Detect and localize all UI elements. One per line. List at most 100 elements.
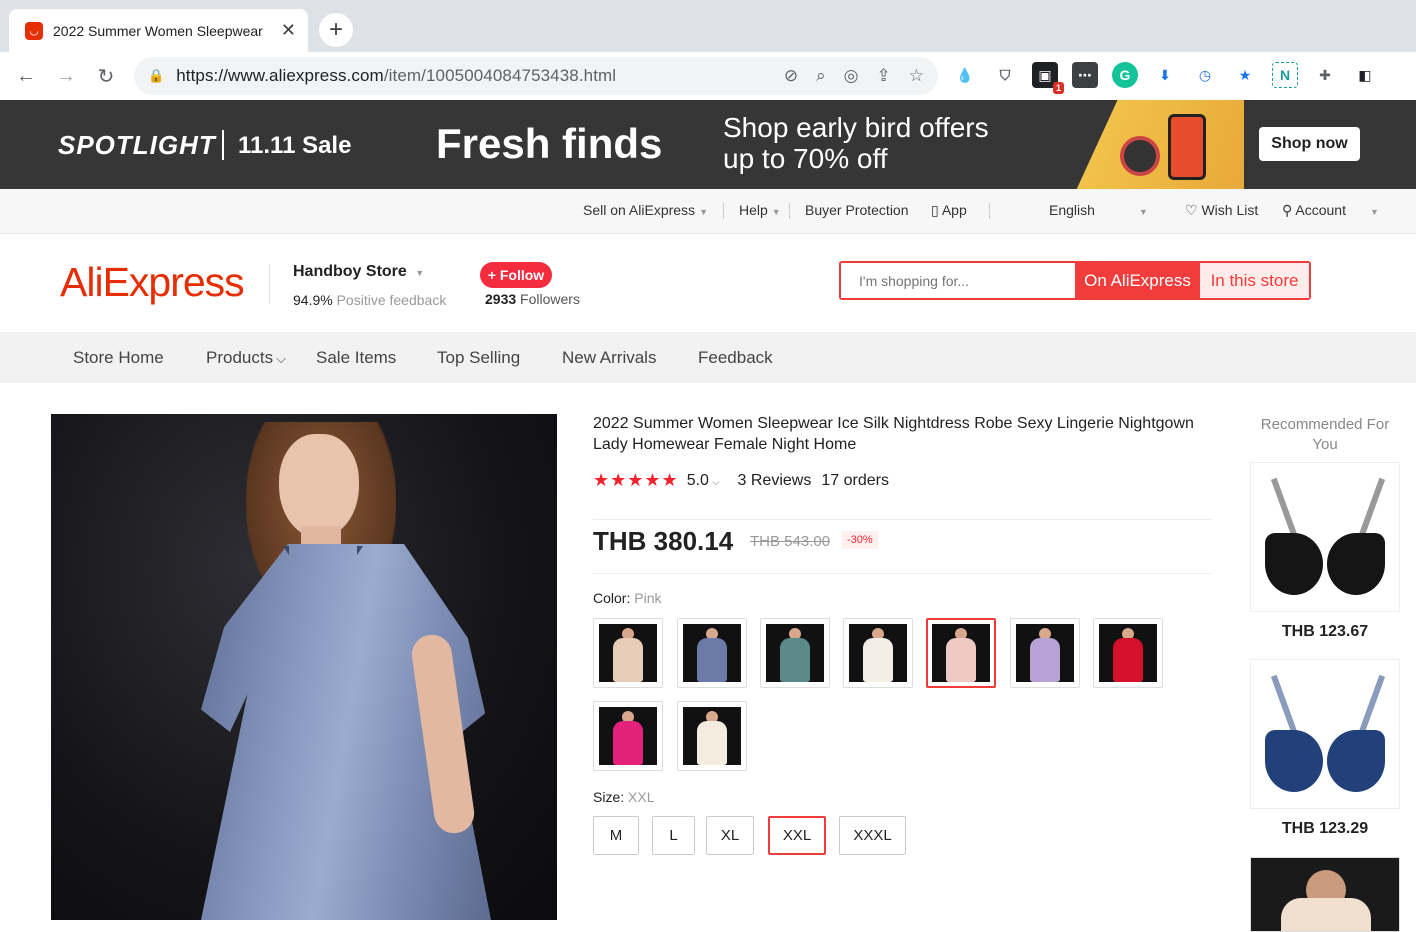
share-icon[interactable]: ⇪ <box>877 66 891 86</box>
user-icon: ⚲ <box>1282 202 1296 218</box>
nav-top-selling[interactable]: Top Selling <box>437 348 520 368</box>
wishlist-link[interactable]: ♡ Wish List <box>1185 202 1258 219</box>
promo-banner[interactable]: SPOTLIGHT 11.11 Sale Fresh finds Shop ea… <box>0 100 1416 189</box>
grammarly-icon[interactable]: G <box>1112 62 1138 88</box>
color-swatch[interactable] <box>760 618 830 688</box>
size-option[interactable]: M <box>593 816 639 855</box>
heart-icon: ♡ <box>1185 202 1202 218</box>
download-icon[interactable]: ⬇ <box>1152 62 1178 88</box>
aliexpress-logo[interactable]: AliExpress <box>60 259 245 306</box>
chevron-down-icon: ▼ <box>1369 207 1379 217</box>
history-icon[interactable]: ◷ <box>1192 62 1218 88</box>
recommended-item-price[interactable]: THB 123.67 <box>1250 623 1400 641</box>
color-swatch[interactable] <box>593 618 663 688</box>
size-option[interactable]: XXXL <box>839 816 906 855</box>
shop-now-button[interactable]: Shop now <box>1259 127 1360 161</box>
address-bar[interactable]: 🔒 https://www.aliexpress.com/item/100500… <box>134 57 938 95</box>
followers-count: 2933 Followers <box>485 291 580 307</box>
nav-store-home[interactable]: Store Home <box>73 348 164 368</box>
chevron-down-icon: ▼ <box>771 207 781 217</box>
extension-icons: 💧 ⛉ ▣ 1 ⋯ G ⬇ ◷ ★ N ✚ ◧ <box>952 62 1378 94</box>
search-store-button[interactable]: In this store <box>1200 263 1309 298</box>
puzzle-extensions-icon[interactable]: ✚ <box>1312 62 1338 88</box>
divider <box>723 203 724 219</box>
forward-icon[interactable]: → <box>46 56 86 96</box>
swatch-dress <box>946 638 976 682</box>
buyer-protection-link[interactable]: Buyer Protection <box>805 202 909 218</box>
language-selector[interactable]: English ▼ <box>1049 202 1148 218</box>
search-aliexpress-button[interactable]: On AliExpress <box>1075 263 1200 298</box>
reviews-link[interactable]: 3 Reviews <box>738 472 812 490</box>
eye-off-icon[interactable]: ◎ <box>844 66 859 86</box>
app-link[interactable]: ▯ App <box>931 202 967 219</box>
extension-badge-icon[interactable]: ▣ 1 <box>1032 62 1064 94</box>
dots-extension-icon[interactable]: ⋯ <box>1072 62 1098 88</box>
chevron-down-icon: ⌵ <box>276 351 286 366</box>
ublock-shield-icon[interactable]: ⛉ <box>992 62 1018 88</box>
color-swatch[interactable] <box>1093 618 1163 688</box>
browser-toolbar: ← → ↻ 🔒 https://www.aliexpress.com/item/… <box>0 52 1416 100</box>
recommended-item-image[interactable] <box>1250 462 1400 612</box>
size-option[interactable]: XL <box>706 816 754 855</box>
color-swatch[interactable] <box>593 701 663 771</box>
bra-cup <box>1327 730 1385 792</box>
tab-close-icon[interactable]: ✕ <box>281 20 296 41</box>
search-box: On AliExpress In this store <box>839 261 1311 300</box>
banner-offer-line1: Shop early bird offers <box>723 112 989 143</box>
color-swatch[interactable] <box>677 701 747 771</box>
browser-tab[interactable]: ◡ 2022 Summer Women Sleepwear ✕ <box>9 9 308 52</box>
aliexpress-favicon-icon: ◡ <box>25 21 43 40</box>
chevron-down-icon: ▼ <box>1138 207 1148 217</box>
back-icon[interactable]: ← <box>6 56 46 96</box>
product-main-image[interactable] <box>51 414 557 920</box>
size-option[interactable]: L <box>652 816 695 855</box>
language-label: English <box>1049 202 1095 218</box>
recommended-item-image[interactable] <box>1250 857 1400 932</box>
zoom-icon[interactable]: ⌕ <box>816 66 826 86</box>
color-swatch[interactable] <box>1010 618 1080 688</box>
app-link-label: App <box>941 202 967 218</box>
drop-extension-icon[interactable]: 💧 <box>952 62 978 88</box>
sidebar-panel-icon[interactable]: ◧ <box>1352 62 1378 88</box>
browser-tab-bar: ◡ 2022 Summer Women Sleepwear ✕ + <box>0 0 1416 52</box>
n-extension-icon[interactable]: N <box>1272 62 1298 88</box>
banner-offer: Shop early bird offers up to 70% off <box>723 112 989 174</box>
swatch-dress <box>613 638 643 682</box>
nav-feedback[interactable]: Feedback <box>698 348 773 368</box>
new-tab-button[interactable]: + <box>319 13 353 47</box>
sell-link[interactable]: Sell on AliExpress ▼ <box>583 202 708 218</box>
recommended-item-price[interactable]: THB 123.29 <box>1250 820 1400 838</box>
recommended-item-image[interactable] <box>1250 659 1400 809</box>
bra-cup <box>1265 730 1323 792</box>
url-text[interactable]: https://www.aliexpress.com/item/10050040… <box>176 66 784 86</box>
chevron-down-icon: ▼ <box>699 207 708 217</box>
store-feedback: 94.9% Positive feedback <box>293 292 446 308</box>
divider <box>989 203 990 219</box>
account-link[interactable]: ⚲ Account ▼ <box>1282 202 1379 219</box>
color-swatch[interactable] <box>677 618 747 688</box>
swatch-dress <box>697 638 727 682</box>
nav-new-arrivals[interactable]: New Arrivals <box>562 348 656 368</box>
reload-icon[interactable]: ↻ <box>86 56 126 96</box>
recommended-title: Recommended For You <box>1260 416 1390 453</box>
color-swatch-image <box>932 624 990 682</box>
help-link[interactable]: Help ▼ <box>739 202 781 218</box>
nav-products[interactable]: Products ⌵ <box>206 348 286 368</box>
store-name[interactable]: Handboy Store ▼ <box>293 263 424 281</box>
star-extension-icon[interactable]: ★ <box>1232 62 1258 88</box>
swatch-dress <box>780 638 810 682</box>
divider <box>789 203 790 219</box>
bookmark-star-icon[interactable]: ☆ <box>909 66 924 86</box>
store-header: AliExpress Handboy Store ▼ 94.9% Positiv… <box>0 234 1416 332</box>
size-option[interactable]: XXL <box>768 816 826 855</box>
color-swatch-image <box>766 624 824 682</box>
search-input[interactable] <box>841 263 1075 298</box>
camera-blocked-icon[interactable]: ⊘ <box>784 66 798 86</box>
rating-number: 5.0 <box>686 471 709 489</box>
rating-value[interactable]: 5.0 ⌵ <box>687 472 720 490</box>
url-domain: https://www.aliexpress.com <box>176 66 384 85</box>
color-swatch[interactable] <box>926 618 996 688</box>
nav-sale-items[interactable]: Sale Items <box>316 348 396 368</box>
follow-button[interactable]: + Follow <box>480 262 552 288</box>
color-swatch[interactable] <box>843 618 913 688</box>
